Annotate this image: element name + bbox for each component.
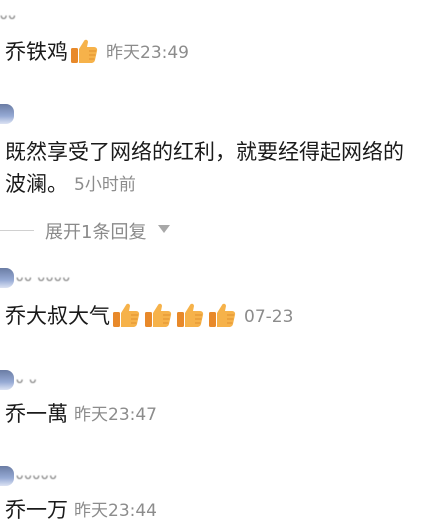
comment-content-line: 既然享受了网络的红利，就要经得起网络的 [5,140,404,164]
thumbs-up-emoji-icon [208,302,236,328]
comment-content: 乔铁鸡 [5,40,68,64]
comment-text: 乔一萬 昨天23:47 [5,398,157,431]
thumbs-up-emoji-icon [176,302,204,328]
username[interactable]: ᴗ ᴗ [16,372,38,386]
comment-time: 昨天23:47 [74,405,157,425]
thumbs-up-emoji-icon [70,38,98,64]
comment-time: 07-23 [244,307,294,327]
comment-text: 乔一万 昨天23:44 [5,494,157,527]
comment-item: ᴗᴗ 乔铁鸡 昨天23:49 [0,6,434,64]
thumbs-up-emoji-icon [112,302,140,328]
comment-content: 乔一萬 [5,402,68,426]
comment-item: ᴗᴗᴗᴗᴗ 乔一万 昨天23:44 [0,466,434,522]
comment-time: 昨天23:44 [74,501,157,521]
expand-replies-button[interactable]: 展开1条回复 [0,218,200,243]
comment-item: 既然享受了网络的红利，就要经得起网络的 波澜。 5小时前 [0,104,434,196]
avatar-icon[interactable] [0,466,14,486]
triangle-down-icon [158,225,170,233]
avatar-icon[interactable] [0,104,14,124]
divider [0,230,34,231]
comment-content-line: 波澜。 [5,172,68,196]
comment-text: 既然享受了网络的红利，就要经得起网络的 波澜。 5小时前 [5,136,404,201]
comment-content: 乔一万 [5,498,68,522]
comment-time: 昨天23:49 [106,43,189,63]
comment-item: ᴗ ᴗ 乔一萬 昨天23:47 [0,370,434,426]
comment-item: ᴗᴗ ᴗᴗᴗᴗ 乔大叔大气 07-23 [0,268,434,328]
comment-time: 5小时前 [74,175,136,195]
username[interactable]: ᴗᴗᴗᴗᴗ [16,468,58,482]
username[interactable]: ᴗᴗ ᴗᴗᴗᴗ [16,270,71,284]
comment-content: 乔大叔大气 [5,304,110,328]
avatar-icon[interactable] [0,370,14,390]
comment-text: 乔铁鸡 昨天23:49 [5,36,189,69]
username[interactable]: ᴗᴗ [0,8,17,22]
avatar-icon[interactable] [0,268,14,288]
expand-replies-label: 展开1条回复 [45,222,147,243]
thumbs-up-emoji-icon [144,302,172,328]
comment-text: 乔大叔大气 07-23 [5,300,293,333]
